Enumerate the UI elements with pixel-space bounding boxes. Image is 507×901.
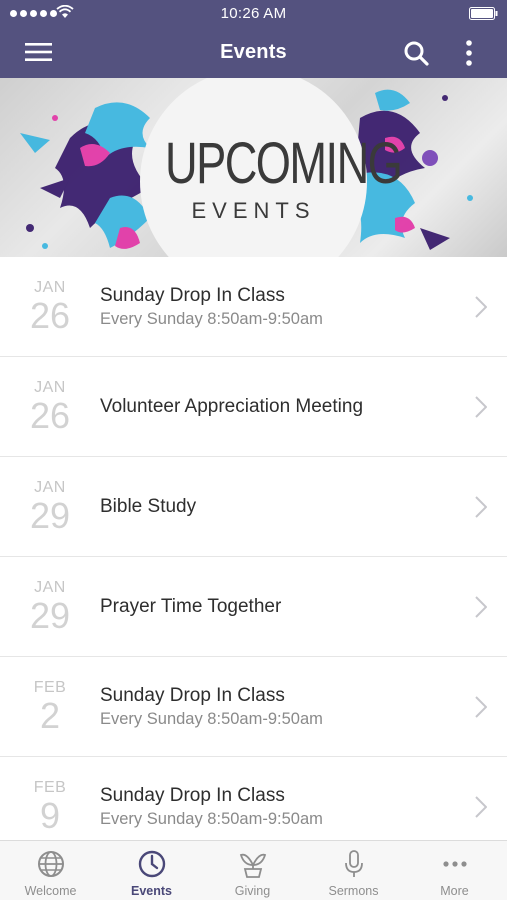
banner-heading: UPCOMING: [164, 131, 403, 196]
event-title: Sunday Drop In Class: [100, 285, 285, 306]
event-title: Prayer Time Together: [100, 596, 282, 617]
search-icon[interactable]: [403, 40, 429, 66]
tab-sermons[interactable]: Sermons: [303, 841, 404, 901]
event-row[interactable]: JAN 29 Prayer Time Together: [0, 557, 507, 657]
tab-label: Events: [131, 884, 172, 898]
event-day: 2: [39, 695, 61, 736]
chevron-right-icon: [475, 496, 487, 518]
clock-icon: [138, 850, 166, 878]
event-row[interactable]: JAN 29 Bible Study: [0, 457, 507, 557]
event-day: 29: [29, 495, 71, 536]
more-dots-icon: [443, 861, 467, 867]
banner-subheading: EVENTS: [191, 198, 316, 223]
microphone-icon: [345, 850, 363, 877]
chevron-right-icon: [475, 396, 487, 418]
chevron-right-icon: [475, 296, 487, 318]
chevron-right-icon: [475, 596, 487, 618]
event-title: Sunday Drop In Class: [100, 685, 285, 706]
event-list: JAN 26 Sunday Drop In Class Every Sunday…: [0, 257, 507, 840]
event-day: 26: [29, 395, 71, 436]
event-row[interactable]: JAN 26 Volunteer Appreciation Meeting: [0, 357, 507, 457]
event-day: 29: [29, 595, 71, 636]
tab-more[interactable]: More: [404, 841, 505, 901]
more-options-icon[interactable]: [461, 39, 477, 67]
tab-label: Welcome: [24, 884, 77, 898]
tab-label: Giving: [234, 884, 271, 898]
navigation-bar: Events: [0, 28, 507, 78]
bottom-tab-bar: Welcome Events Giving Sermons More: [0, 840, 507, 900]
plant-icon: [239, 853, 267, 878]
event-row[interactable]: JAN 26 Sunday Drop In Class Every Sunday…: [0, 257, 507, 357]
event-title: Bible Study: [100, 496, 197, 517]
status-time: 10:26 AM: [220, 5, 287, 22]
tab-events[interactable]: Events: [101, 841, 202, 901]
tab-welcome[interactable]: Welcome: [0, 841, 101, 901]
tab-label: More: [440, 884, 469, 898]
event-title: Sunday Drop In Class: [100, 785, 285, 806]
chevron-right-icon: [475, 696, 487, 718]
event-title: Volunteer Appreciation Meeting: [100, 396, 364, 417]
battery-icon: [469, 7, 498, 20]
status-bar: 10:26 AM: [0, 0, 507, 28]
tab-giving[interactable]: Giving: [202, 841, 303, 901]
page-title: Events: [220, 41, 287, 63]
globe-icon: [38, 851, 64, 877]
event-row[interactable]: FEB 2 Sunday Drop In Class Every Sunday …: [0, 657, 507, 757]
event-row[interactable]: FEB 9 Sunday Drop In Class Every Sunday …: [0, 757, 507, 840]
event-schedule: Every Sunday 8:50am-9:50am: [100, 310, 323, 328]
chevron-right-icon: [475, 796, 487, 818]
upcoming-events-banner: UPCOMING EVENTS: [0, 78, 507, 257]
event-day: 26: [29, 295, 71, 336]
event-schedule: Every Sunday 8:50am-9:50am: [100, 710, 323, 728]
event-day: 9: [39, 795, 61, 836]
tab-label: Sermons: [328, 884, 379, 898]
event-schedule: Every Sunday 8:50am-9:50am: [100, 810, 323, 828]
